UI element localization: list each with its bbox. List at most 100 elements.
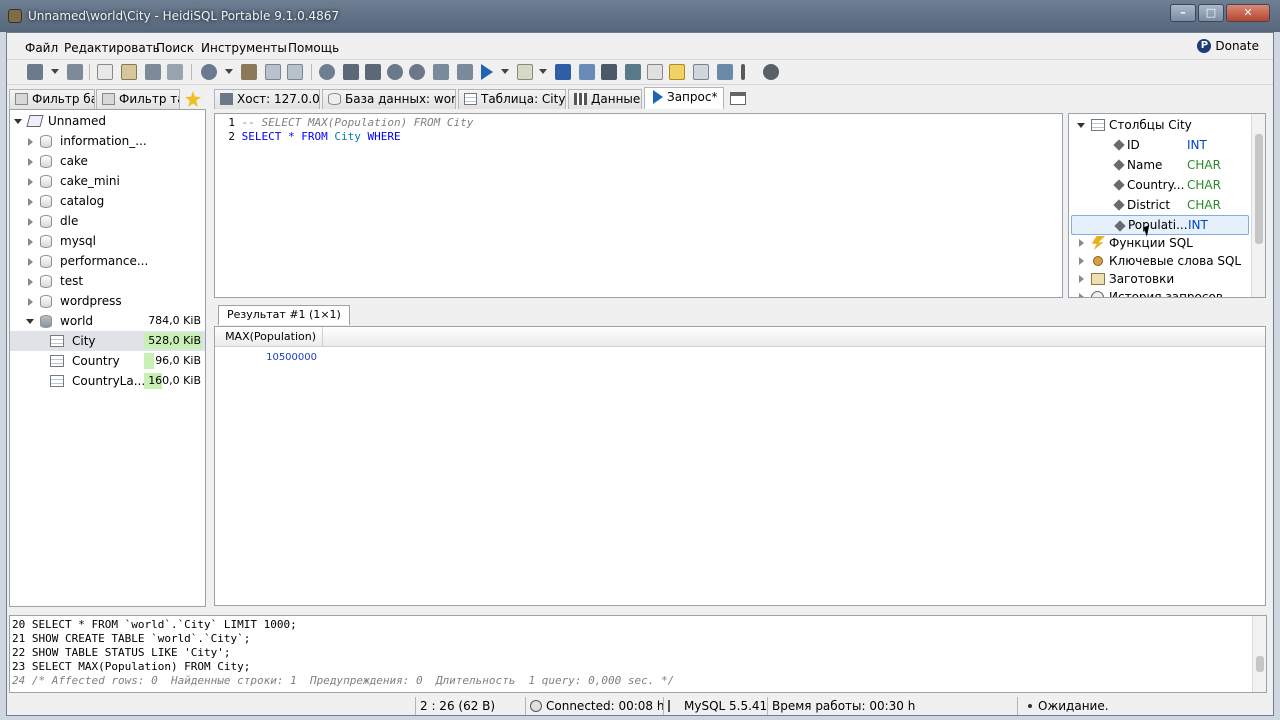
- tab-data[interactable]: Данные: [568, 89, 642, 109]
- delete-record-icon[interactable]: [409, 64, 425, 80]
- expand-icon[interactable]: [28, 298, 33, 306]
- log-scrollbar[interactable]: [1252, 616, 1266, 692]
- tree-item-database[interactable]: dle: [10, 211, 205, 231]
- sql-help-icon[interactable]: [601, 64, 617, 80]
- paste-icon[interactable]: [121, 64, 137, 80]
- expand-icon[interactable]: [1079, 293, 1084, 297]
- tab-host[interactable]: Хост: 127.0.0.1: [214, 89, 320, 109]
- collapse-icon[interactable]: [1077, 123, 1085, 128]
- menu-edit[interactable]: Редактировать: [64, 41, 160, 55]
- chevron-down-icon[interactable]: [51, 69, 59, 74]
- menu-help[interactable]: Помощь: [288, 41, 339, 55]
- tab-result-1[interactable]: Результат #1 (1×1): [218, 305, 350, 325]
- cancel-icon[interactable]: [457, 64, 473, 80]
- user-manager-icon[interactable]: [241, 64, 257, 80]
- helper-column[interactable]: District CHAR: [1069, 195, 1253, 215]
- tab-query[interactable]: Запрос*: [644, 87, 724, 109]
- info-icon[interactable]: [741, 64, 745, 80]
- result-grid[interactable]: MAX(Population) 10500000: [214, 326, 1266, 606]
- chevron-down-icon[interactable]: [539, 69, 547, 74]
- expand-icon[interactable]: [1079, 239, 1084, 247]
- run-icon[interactable]: [481, 64, 493, 80]
- explain-icon[interactable]: [693, 64, 709, 80]
- tree-item-table[interactable]: Country 96,0 KiB: [10, 351, 205, 371]
- menu-search[interactable]: Поиск: [156, 41, 194, 55]
- expand-icon[interactable]: [28, 218, 33, 226]
- session-manager-icon[interactable]: [27, 64, 43, 80]
- expand-icon[interactable]: [28, 278, 33, 286]
- first-record-icon[interactable]: [343, 64, 359, 80]
- tree-item-database[interactable]: cake: [10, 151, 205, 171]
- edit-icon[interactable]: [647, 64, 663, 80]
- tree-item-database[interactable]: information_...: [10, 131, 205, 151]
- tab-table[interactable]: Таблица: City: [458, 89, 566, 109]
- stop-icon[interactable]: [319, 64, 335, 80]
- helper-history-node[interactable]: История запросов: [1069, 287, 1253, 297]
- tree-root[interactable]: Unnamed: [10, 111, 205, 131]
- tree-item-database[interactable]: catalog: [10, 191, 205, 211]
- print-icon[interactable]: [167, 64, 183, 80]
- save-as-icon[interactable]: [579, 64, 595, 80]
- export-icon[interactable]: [287, 64, 303, 80]
- expand-icon[interactable]: [1079, 257, 1084, 265]
- tree-item-database[interactable]: world 784,0 KiB: [10, 311, 205, 331]
- expand-icon[interactable]: [28, 238, 33, 246]
- menu-tools[interactable]: Инструменты: [201, 41, 287, 55]
- tab-database[interactable]: База данных: world: [322, 89, 456, 109]
- column-header[interactable]: MAX(Population): [215, 327, 323, 347]
- tree-item-table[interactable]: CountryLa... 160,0 KiB: [10, 371, 205, 391]
- tree-item-database[interactable]: mysql: [10, 231, 205, 251]
- menu-file[interactable]: Файл: [25, 41, 58, 55]
- new-query-tab-icon[interactable]: [730, 92, 746, 105]
- tree-item-table[interactable]: City 528,0 KiB: [10, 331, 205, 351]
- collapse-icon[interactable]: [14, 119, 22, 124]
- expand-icon[interactable]: [1079, 275, 1084, 283]
- grid-cell[interactable]: 10500000: [215, 349, 323, 367]
- donate-button[interactable]: P Donate: [1197, 39, 1259, 53]
- expand-icon[interactable]: [28, 258, 33, 266]
- helpers-scrollbar[interactable]: [1251, 114, 1265, 297]
- tree-item-database[interactable]: cake_mini: [10, 171, 205, 191]
- close-button[interactable]: ✕: [1226, 4, 1270, 22]
- tab-filter-databases[interactable]: Фильтр баз: [9, 89, 95, 109]
- disconnect-icon[interactable]: [67, 64, 83, 80]
- expand-icon[interactable]: [28, 198, 33, 206]
- tab-filter-tables[interactable]: Фильтр таб: [96, 89, 180, 109]
- format-sql-icon[interactable]: [625, 64, 641, 80]
- replace-icon[interactable]: [717, 64, 733, 80]
- expand-icon[interactable]: [28, 138, 33, 146]
- tree-item-database[interactable]: performance...: [10, 251, 205, 271]
- sql-editor[interactable]: 1 -- SELECT MAX(Population) FROM City 2 …: [214, 113, 1063, 298]
- last-record-icon[interactable]: [365, 64, 381, 80]
- tree-item-database[interactable]: test: [10, 271, 205, 291]
- scrollbar-thumb[interactable]: [1256, 656, 1264, 672]
- checkmark-icon[interactable]: [433, 64, 449, 80]
- expand-icon[interactable]: [28, 158, 33, 166]
- warning-icon[interactable]: [669, 64, 685, 80]
- import-icon[interactable]: [265, 64, 281, 80]
- copy-icon[interactable]: [97, 64, 113, 80]
- helper-column[interactable]: ID INT: [1069, 135, 1253, 155]
- collapse-icon[interactable]: [26, 319, 34, 324]
- save-icon[interactable]: [555, 64, 571, 80]
- helper-column[interactable]: Country... CHAR: [1069, 175, 1253, 195]
- app-icon[interactable]: [8, 9, 22, 23]
- sql-log[interactable]: 20 SELECT * FROM `world`.`City` LIMIT 10…: [9, 615, 1267, 693]
- load-sql-icon[interactable]: [517, 64, 533, 80]
- chevron-down-icon[interactable]: [501, 69, 509, 74]
- minimize-button[interactable]: –: [1170, 4, 1196, 22]
- helper-column[interactable]: Name CHAR: [1069, 155, 1253, 175]
- insert-record-icon[interactable]: [387, 64, 403, 80]
- scrollbar-thumb[interactable]: [1255, 134, 1263, 244]
- helper-columns-node[interactable]: Столбцы City: [1069, 115, 1253, 135]
- expand-icon[interactable]: [28, 178, 33, 186]
- helper-column-selected[interactable]: Populati... INT: [1071, 215, 1249, 235]
- star-icon[interactable]: [185, 91, 201, 107]
- tree-item-database[interactable]: wordpress: [10, 291, 205, 311]
- chevron-down-icon[interactable]: [225, 69, 233, 74]
- maximize-button[interactable]: □: [1198, 4, 1224, 22]
- helper-keywords-node[interactable]: Ключевые слова SQL: [1069, 251, 1253, 271]
- refresh-data-icon[interactable]: [145, 64, 161, 80]
- helper-snippets-node[interactable]: Заготовки: [1069, 269, 1253, 289]
- close-query-tab-icon[interactable]: [763, 64, 779, 80]
